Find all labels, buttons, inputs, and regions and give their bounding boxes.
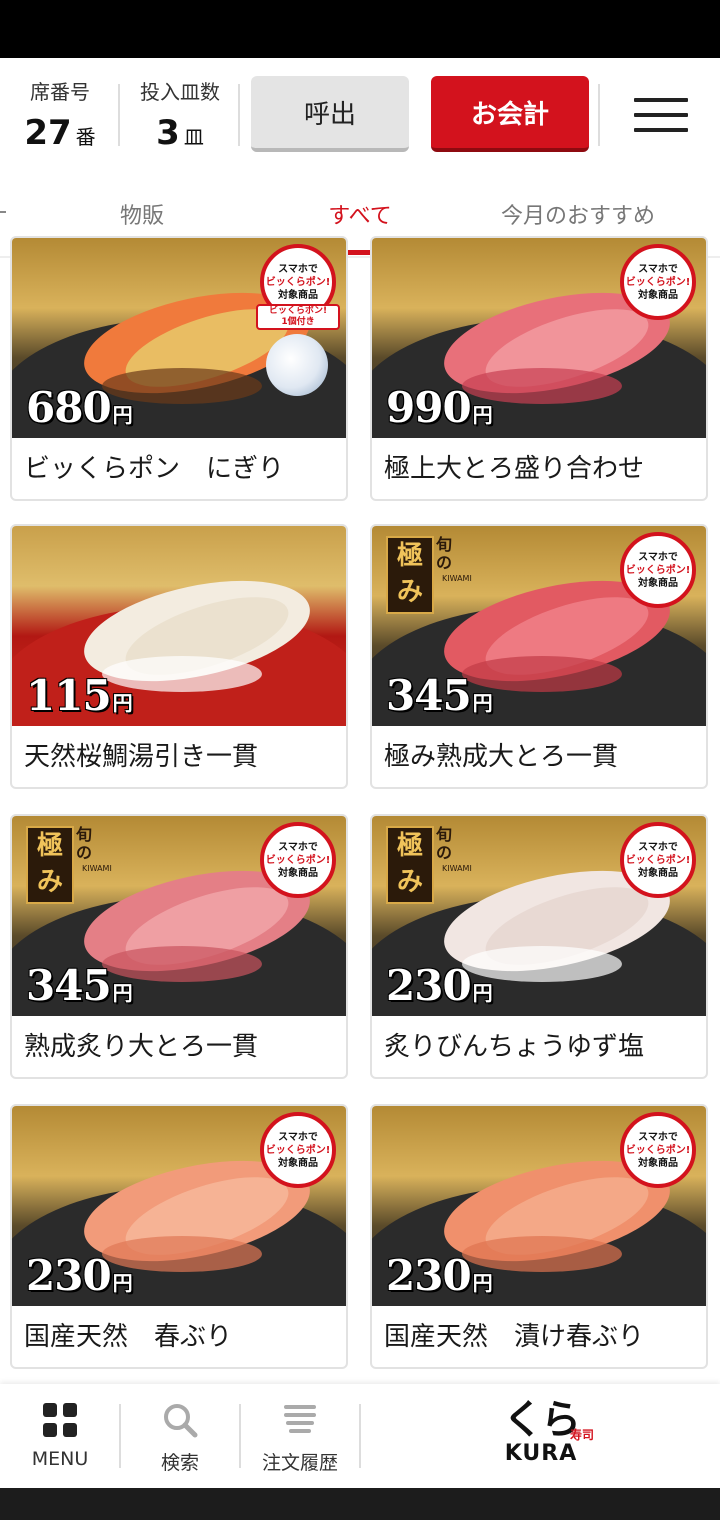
seat-number-info: 席番号 27 番	[24, 76, 96, 153]
kura-logo: くら KURA 寿司	[486, 1398, 596, 1478]
nav-order-history-label: 注文履歴	[261, 1452, 338, 1474]
product-name: ビッくらポン にぎり	[24, 454, 285, 484]
plate-count-info: 投入皿数 3皿	[134, 76, 226, 153]
product-image: 極み 旬の KIWAMI スマホで ビッくらポン! 対象商品 345 円	[12, 816, 346, 1016]
divider	[359, 1404, 361, 1468]
product-name: 極上大とろ盛り合わせ	[384, 454, 645, 484]
plate-count-unit: 皿	[183, 125, 204, 149]
product-card[interactable]: 極み 旬の KIWAMI スマホで ビッくらポン! 対象商品 345 円熟成炙り大とろ一…	[10, 814, 348, 1079]
nav-search-label: 検索	[160, 1452, 199, 1474]
product-card[interactable]: スマホで ビッくらポン! 対象商品 990 円極上大とろ盛り合わせ	[370, 236, 708, 501]
product-price: 990 円	[386, 383, 493, 432]
order-history-icon	[284, 1405, 316, 1433]
bottom-nav: MENU 検索 注文履歴 くら KURA 寿司	[0, 1384, 720, 1488]
product-card[interactable]: スマホで ビッくらポン! 対象商品 ビッくらポン! 1個付き 680 円ビッくらポン に…	[10, 236, 348, 501]
product-price: 345 円	[26, 961, 133, 1010]
plate-count-label: 投入皿数	[140, 80, 220, 104]
logo-subtext: KURA	[504, 1441, 578, 1466]
kiwami-label: 極み 旬の KIWAMI	[26, 826, 112, 904]
product-image: 極み 旬の KIWAMI スマホで ビッくらポン! 対象商品 345 円	[372, 526, 706, 726]
product-price: 230 円	[26, 1251, 133, 1300]
bikkura-pon-badge: スマホで ビッくらポン! 対象商品	[620, 244, 696, 320]
product-price: 345 円	[386, 671, 493, 720]
product-image: 極み 旬の KIWAMI スマホで ビッくらポン! 対象商品 230 円	[372, 816, 706, 1016]
divider	[118, 84, 120, 146]
product-price: 230 円	[386, 961, 493, 1010]
call-staff-button[interactable]: 呼出	[251, 76, 409, 152]
nav-order-history[interactable]: 注文履歴	[240, 1384, 360, 1488]
product-name: 国産天然 漬け春ぶり	[384, 1322, 645, 1352]
bikkura-pon-badge: スマホで ビッくらポン! 対象商品	[620, 822, 696, 898]
bikkura-pon-badge: スマホで ビッくらポン! 対象商品	[260, 822, 336, 898]
plate-count-value: 3	[156, 113, 180, 153]
product-name: 極み熟成大とろ一貫	[384, 742, 619, 772]
header-bar: 席番号 27 番 投入皿数 3皿 呼出 お会計	[0, 58, 720, 172]
bikkura-pon-sticker: ビッくらポン! 1個付き	[256, 304, 346, 404]
product-card[interactable]: 115 円天然桜鯛湯引き一貫	[10, 524, 348, 789]
product-image: 115 円	[12, 526, 346, 726]
status-bar	[0, 0, 720, 58]
product-card[interactable]: スマホで ビッくらポン! 対象商品 230 円国産天然 春ぶり	[10, 1104, 348, 1369]
product-name: 熟成炙り大とろ一貫	[24, 1032, 259, 1062]
nav-menu-label: MENU	[31, 1448, 89, 1470]
product-price: 115 円	[26, 671, 133, 720]
prize-toy-image	[266, 334, 328, 396]
nav-search[interactable]: 検索	[120, 1384, 240, 1488]
product-card[interactable]: スマホで ビッくらポン! 対象商品 230 円国産天然 漬け春ぶり	[370, 1104, 708, 1369]
seat-number-unit: 番	[75, 125, 96, 149]
divider	[598, 84, 600, 146]
seat-number-value: 27	[24, 113, 72, 153]
product-name: 国産天然 春ぶり	[24, 1322, 233, 1352]
kiwami-label: 極み 旬の KIWAMI	[386, 826, 472, 904]
search-icon	[164, 1404, 198, 1438]
checkout-button[interactable]: お会計	[431, 76, 589, 152]
nav-menu[interactable]: MENU	[0, 1384, 120, 1488]
divider	[238, 84, 240, 146]
product-price: 680 円	[26, 383, 133, 432]
product-name: 天然桜鯛湯引き一貫	[24, 742, 259, 772]
grid-icon	[43, 1403, 77, 1437]
product-image: スマホで ビッくらポン! 対象商品 230 円	[12, 1106, 346, 1306]
product-price: 230 円	[386, 1251, 493, 1300]
product-image: スマホで ビッくらポン! 対象商品 990 円	[372, 238, 706, 438]
bikkura-pon-badge: スマホで ビッくらポン! 対象商品	[620, 1112, 696, 1188]
seat-number-label: 席番号	[30, 80, 90, 104]
logo-stamp: 寿司	[569, 1428, 594, 1442]
product-image: スマホで ビッくらポン! 対象商品 230 円	[372, 1106, 706, 1306]
bikkura-pon-badge: スマホで ビッくらポン! 対象商品	[260, 1112, 336, 1188]
bikkura-pon-badge: スマホで ビッくらポン! 対象商品	[620, 532, 696, 608]
hamburger-menu-icon[interactable]	[634, 98, 688, 134]
kiwami-label: 極み 旬の KIWAMI	[386, 536, 472, 614]
product-card[interactable]: 極み 旬の KIWAMI スマホで ビッくらポン! 対象商品 230 円炙りびんちょうゆ…	[370, 814, 708, 1079]
product-card[interactable]: 極み 旬の KIWAMI スマホで ビッくらポン! 対象商品 345 円極み熟成大とろ一…	[370, 524, 708, 789]
system-nav-bar	[0, 1488, 720, 1520]
product-image: スマホで ビッくらポン! 対象商品 ビッくらポン! 1個付き 680 円	[12, 238, 346, 438]
tab-scroll-hint	[0, 211, 6, 213]
product-name: 炙りびんちょうゆず塩	[384, 1032, 645, 1062]
